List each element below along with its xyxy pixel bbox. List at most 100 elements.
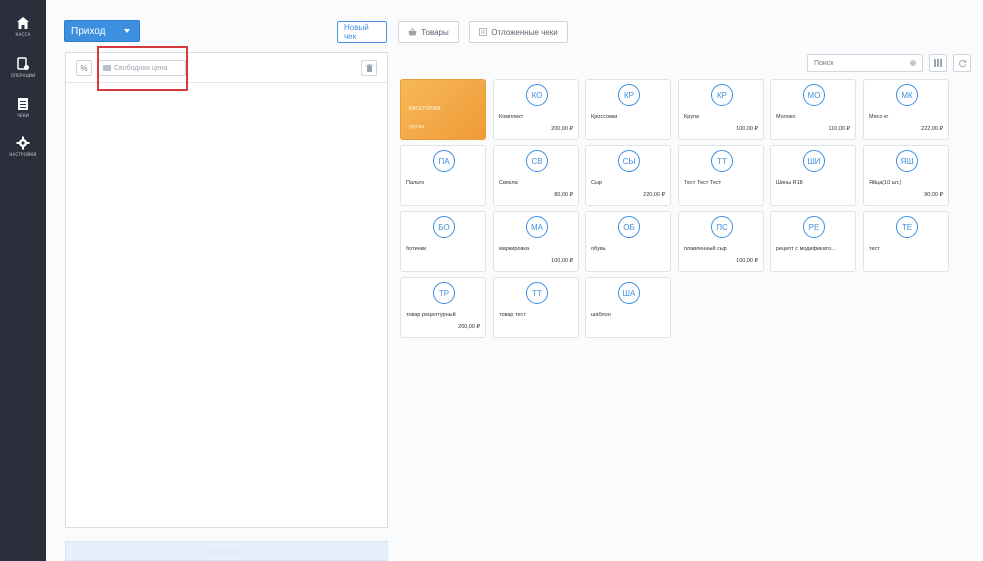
product-badge: МА: [526, 216, 548, 238]
product-tile[interactable]: СВ Свекла 80,00 ₽: [493, 145, 579, 206]
product-name: Крупа: [684, 114, 699, 120]
held-checks-label: Отложенные чеки: [491, 27, 558, 37]
product-tile[interactable]: ПС плавленный сыр 100,00 ₽: [678, 211, 764, 272]
product-badge: ШИ: [803, 150, 825, 172]
receipt-icon: [18, 97, 28, 110]
new-check-button[interactable]: Новый чек: [337, 21, 387, 43]
sidebar: КАССА ОПЕРАЦИИ ЧЕКИ НАСТРОЙКИ: [0, 0, 46, 561]
product-name: товар рецептурный: [406, 312, 456, 318]
product-badge: СВ: [526, 150, 548, 172]
basket-icon: [408, 28, 417, 36]
refresh-icon: [958, 59, 966, 67]
product-badge: ША: [618, 282, 640, 304]
product-tile[interactable]: СЫ Сыр 220,00 ₽: [585, 145, 671, 206]
product-price: 100,00 ₽: [736, 126, 758, 132]
product-tile[interactable]: КР Крупа 100,00 ₽: [678, 79, 764, 140]
goods-button[interactable]: Товары: [398, 21, 459, 43]
sidebar-item-settings[interactable]: НАСТРОЙКИ: [0, 126, 46, 166]
list-icon: [479, 28, 488, 36]
product-tile[interactable]: МК Мясо кг 222,00 ₽: [863, 79, 949, 140]
product-name: Комплект: [499, 114, 524, 120]
category-tile[interactable]: КАТЕГОРИЯ группа: [400, 79, 486, 140]
refresh-button[interactable]: [953, 54, 971, 72]
product-name: Кроссовки: [591, 114, 618, 120]
chevron-down-icon: [124, 29, 130, 33]
held-checks-button[interactable]: Отложенные чеки: [469, 21, 568, 43]
product-tile[interactable]: БО ботинки: [400, 211, 486, 272]
product-badge: КО: [526, 84, 548, 106]
product-badge: ПА: [433, 150, 455, 172]
doc-type-select[interactable]: Приход: [64, 20, 140, 42]
product-tile[interactable]: МО Молоко 110,00 ₽: [770, 79, 856, 140]
clear-cart-button[interactable]: [361, 60, 377, 76]
search-input[interactable]: [814, 59, 894, 67]
pay-button-label: Оплатить: [208, 546, 245, 556]
product-name: товар тест: [499, 312, 526, 318]
product-badge: ОБ: [618, 216, 640, 238]
product-name: рецепт с модификато...: [776, 246, 836, 252]
gear-icon: [16, 136, 30, 149]
product-tile[interactable]: ОБ обувь: [585, 211, 671, 272]
search-icon: [910, 60, 916, 66]
product-tile[interactable]: ША шаблон: [585, 277, 671, 338]
product-price: 110,00 ₽: [828, 126, 850, 132]
product-tile[interactable]: ЯШ Яйца(10 шт.) 90,00 ₽: [863, 145, 949, 206]
product-tile[interactable]: ПА Пальто: [400, 145, 486, 206]
product-tile[interactable]: МА маркировка 100,00 ₽: [493, 211, 579, 272]
search-field[interactable]: [807, 54, 923, 72]
product-price: 222,00 ₽: [921, 126, 943, 132]
pay-button[interactable]: Оплатить: [65, 541, 388, 561]
discount-symbol: %: [80, 63, 88, 73]
product-name: Свекла: [499, 180, 518, 186]
product-name: Сыр: [591, 180, 602, 186]
trash-icon: [365, 64, 373, 72]
discount-button[interactable]: %: [76, 60, 92, 76]
product-tile[interactable]: ТР товар рецептурный 200,00 ₽: [400, 277, 486, 338]
product-badge: СЫ: [618, 150, 640, 172]
product-badge: МК: [896, 84, 918, 106]
product-tile[interactable]: ТТ товар тест: [493, 277, 579, 338]
product-name: шаблон: [591, 312, 611, 318]
product-badge: КР: [618, 84, 640, 106]
product-name: Яйца(10 шт.): [869, 180, 902, 186]
product-price: 220,00 ₽: [643, 192, 665, 198]
product-name: Тест Тест Тест: [684, 180, 722, 186]
product-name: обувь: [591, 246, 606, 252]
new-check-label: Новый чек: [344, 23, 369, 41]
sidebar-item-cashier[interactable]: КАССА: [0, 6, 46, 46]
highlight-box: [97, 46, 188, 91]
product-badge: РЕ: [803, 216, 825, 238]
sidebar-item-label: НАСТРОЙКИ: [9, 151, 37, 157]
grid-view-button[interactable]: [929, 54, 947, 72]
product-tile[interactable]: КО Комплект 200,00 ₽: [493, 79, 579, 140]
cart-panel: % Свободная цена: [65, 52, 388, 528]
product-tile[interactable]: ШИ Шины R18: [770, 145, 856, 206]
product-price: 90,00 ₽: [924, 192, 943, 198]
product-badge: ЯШ: [896, 150, 918, 172]
product-badge: ТТ: [711, 150, 733, 172]
product-badge: ТЕ: [896, 216, 918, 238]
home-icon: [17, 16, 29, 29]
doc-type-value: Приход: [71, 25, 106, 37]
product-price: 100,00 ₽: [551, 258, 573, 264]
product-tile[interactable]: ТЕ тест: [863, 211, 949, 272]
product-name: Пальто: [406, 180, 425, 186]
grid-icon: [934, 59, 942, 67]
product-name: Мясо кг: [869, 114, 889, 120]
operations-icon: [17, 56, 29, 70]
product-tile[interactable]: КР Кроссовки: [585, 79, 671, 140]
product-name: Молоко: [776, 114, 796, 120]
product-tile[interactable]: ТТ Тест Тест Тест: [678, 145, 764, 206]
product-badge: МО: [803, 84, 825, 106]
product-badge: ПС: [711, 216, 733, 238]
product-badge: ТТ: [526, 282, 548, 304]
product-name: тест: [869, 246, 880, 252]
sidebar-item-receipts[interactable]: ЧЕКИ: [0, 87, 46, 127]
product-badge: КР: [711, 84, 733, 106]
sidebar-item-operations[interactable]: ОПЕРАЦИИ: [0, 47, 46, 87]
category-name: группа: [409, 124, 425, 130]
product-name: ботинки: [406, 246, 427, 252]
product-badge: ТР: [433, 282, 455, 304]
product-badge: БО: [433, 216, 455, 238]
product-tile[interactable]: РЕ рецепт с модификато...: [770, 211, 856, 272]
